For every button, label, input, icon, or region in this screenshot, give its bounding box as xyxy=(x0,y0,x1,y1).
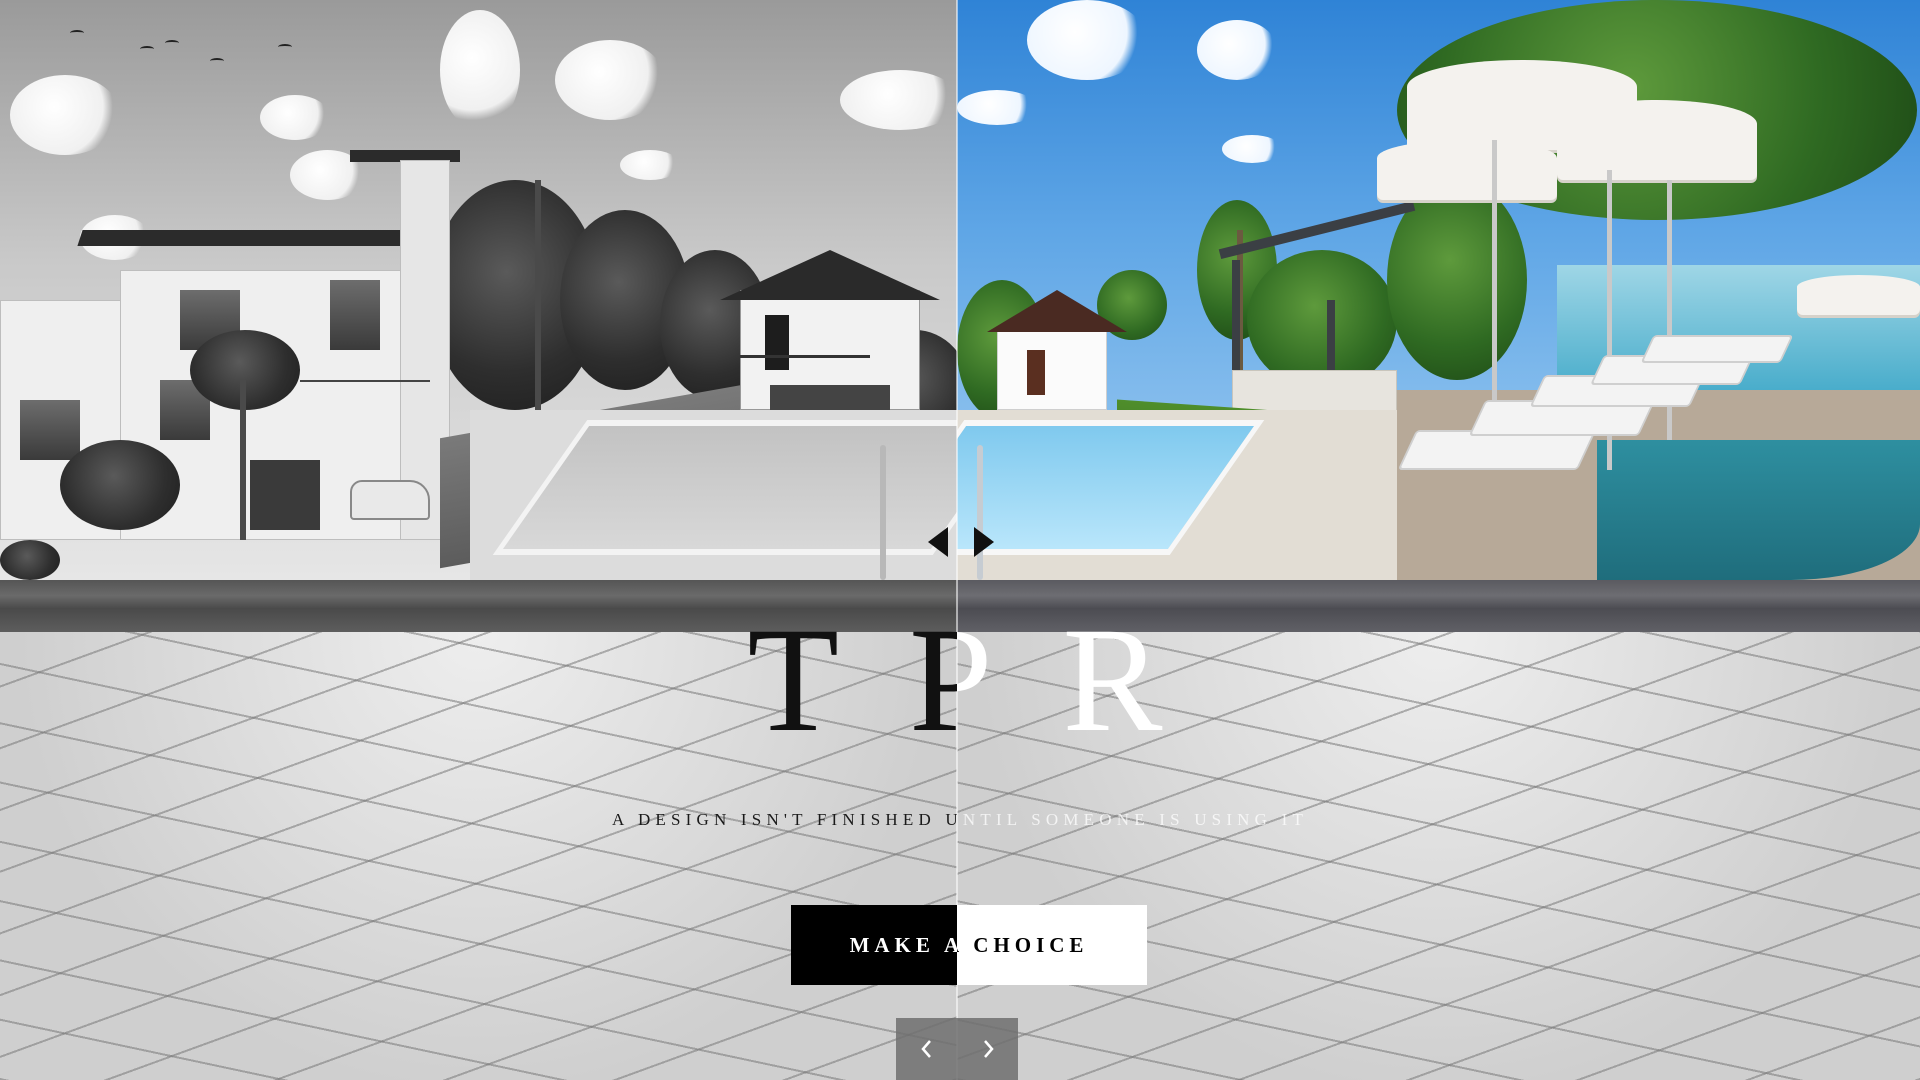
cloud xyxy=(260,95,330,140)
villa-balcony xyxy=(300,380,430,382)
car xyxy=(350,480,430,520)
umbrella xyxy=(1797,275,1920,315)
chevron-left-icon xyxy=(921,1040,931,1058)
pool-ladder xyxy=(880,445,886,580)
cloud xyxy=(10,75,120,155)
prev-slide-button[interactable] xyxy=(896,1018,957,1080)
umbrella xyxy=(1377,140,1557,200)
cloud xyxy=(840,70,957,130)
cottage-roof xyxy=(720,250,940,300)
villa-window xyxy=(20,400,80,460)
villa-roof xyxy=(77,230,423,246)
shrub xyxy=(0,540,60,580)
chevron-right-icon xyxy=(984,1040,994,1058)
bird-icon xyxy=(140,46,154,52)
next-slide-button[interactable] xyxy=(957,1018,1018,1080)
infinity-pool xyxy=(1597,440,1920,580)
brand-title-text: TPR xyxy=(747,610,957,750)
villa-garage xyxy=(250,460,320,530)
cottage-door xyxy=(765,315,789,370)
sun-lounger xyxy=(1397,430,1597,470)
cottage-base xyxy=(770,385,890,410)
tagline-text: A DESIGN ISN'T FINISHED UNTIL SOMEONE IS… xyxy=(611,810,957,829)
cloud xyxy=(1197,20,1277,80)
shrub xyxy=(60,440,180,530)
palm-trunk xyxy=(240,380,246,540)
tree xyxy=(1247,250,1397,390)
cta-label: MAKE A CHOICE xyxy=(957,933,1089,957)
sun-lounger xyxy=(1640,335,1794,363)
triangle-right-icon xyxy=(974,527,994,557)
cottage-door xyxy=(1027,350,1045,395)
villa-window xyxy=(330,280,380,350)
tagline-text: A DESIGN ISN'T FINISHED UNTIL SOMEONE IS… xyxy=(957,810,1309,829)
brand-title-text: TPR xyxy=(957,610,1233,750)
umbrella xyxy=(1557,100,1757,180)
cloud xyxy=(957,90,1037,125)
bird-icon xyxy=(70,30,84,36)
bird-icon xyxy=(210,58,224,64)
cottage-roof xyxy=(987,290,1127,332)
carousel-nav xyxy=(896,1018,1018,1080)
pergola-post xyxy=(1232,260,1240,370)
bird-icon xyxy=(165,40,179,46)
cloud xyxy=(440,10,520,130)
brand-title: TPR TPR xyxy=(0,610,1920,750)
cottage-railing xyxy=(740,355,870,358)
cloud xyxy=(1222,135,1282,163)
pool-ladder xyxy=(977,445,983,580)
cloud xyxy=(1027,0,1147,80)
cottage-wall xyxy=(997,330,1107,410)
triangle-left-icon xyxy=(928,527,948,557)
compare-handle-right[interactable] xyxy=(970,525,1000,559)
tagline: A DESIGN ISN'T FINISHED U NTIL SOMEONE IS… xyxy=(0,810,1920,834)
compare-handle-left[interactable] xyxy=(922,525,952,559)
make-a-choice-button[interactable]: MAKE A CHOICE MAKE A CHOICE xyxy=(791,905,1147,985)
pergola-post xyxy=(1327,300,1335,370)
cta-label: MAKE A CHOICE xyxy=(849,933,957,957)
bird-icon xyxy=(278,44,292,50)
palm-trunk xyxy=(535,180,541,410)
cloud xyxy=(620,150,680,180)
cloud xyxy=(555,40,665,120)
